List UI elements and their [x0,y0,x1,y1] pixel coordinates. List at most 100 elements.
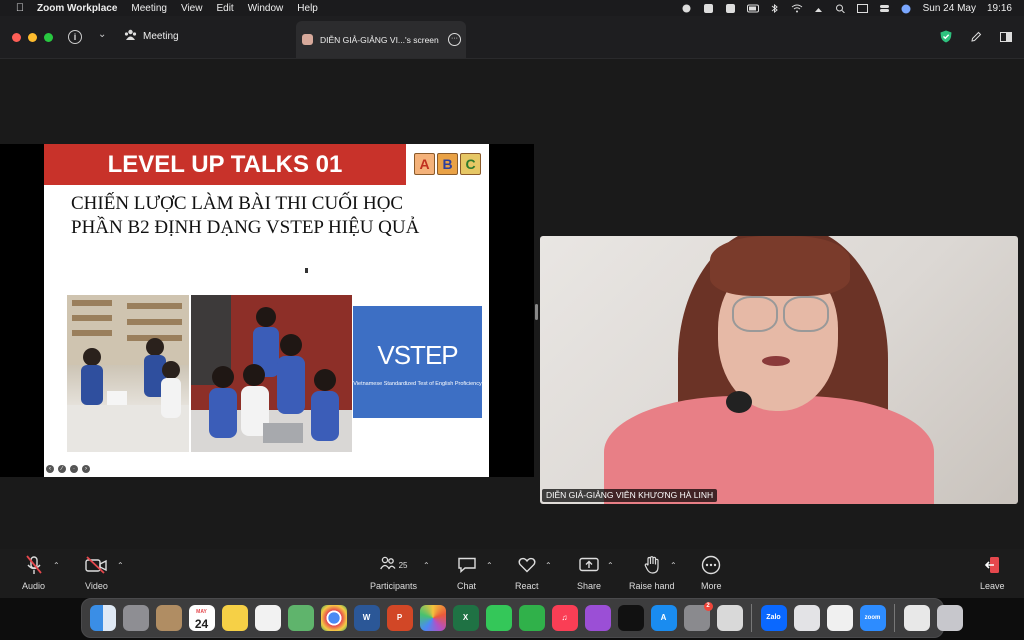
notes-icon[interactable] [221,605,248,631]
participant-name-label: DIỄN GIẢ-GIẢNG VIÊN KHƯƠNG HÀ LINH [542,489,718,502]
meeting-stage: LEVEL UP TALKS 01 A B C CHIẾN LƯỢC LÀM B… [0,59,1024,549]
chat-bubble-icon [457,555,476,575]
apple-tv-icon[interactable] [617,605,644,631]
audio-options-chevron-icon[interactable]: ⌃ [53,561,60,570]
airplay-icon[interactable] [813,4,824,13]
raise-hand-button[interactable]: Raise hand [629,555,675,591]
excel-icon[interactable]: X [452,605,479,631]
window-minimize-button[interactable] [28,33,37,42]
chat-label: Chat [457,581,477,591]
vstep-subtitle: Vietnamese Standardized Test of English … [353,381,482,387]
slide-controls: ‹ ∕ · › [46,465,90,473]
chat-options-chevron-icon[interactable]: ⌃ [486,561,493,570]
chevron-down-icon[interactable]: ⌄ [98,29,106,40]
downloads-stack-icon[interactable] [903,605,930,631]
powerpoint-icon[interactable]: P [386,605,413,631]
trash-icon[interactable] [936,605,963,631]
facetime-icon[interactable] [518,605,545,631]
siri-icon[interactable] [901,4,912,13]
slide-pen-icon[interactable]: ∕ [58,465,66,473]
slide-next-icon[interactable]: › [82,465,90,473]
installer-icon[interactable] [716,605,743,631]
input-source-icon[interactable] [856,3,868,13]
window-maximize-button[interactable] [44,33,53,42]
participants-label: Participants [370,581,418,591]
more-options-icon[interactable]: ··· [448,33,461,46]
menu-bar-date[interactable]: Sun 24 May [923,3,976,14]
slide-menu-icon[interactable]: · [70,465,78,473]
audio-label: Audio [22,581,46,591]
security-shield-icon[interactable] [940,30,952,48]
menu-help[interactable]: Help [297,3,318,14]
finder-icon[interactable] [89,605,116,631]
maps-icon[interactable] [287,605,314,631]
calendar-month: MAY [196,609,207,615]
calendar-day: 24 [194,617,209,631]
podcasts-icon[interactable] [584,605,611,631]
battery-icon[interactable] [746,4,759,13]
react-options-chevron-icon[interactable]: ⌃ [545,561,552,570]
bluetooth-icon[interactable] [769,3,780,13]
leave-button[interactable]: Leave [980,555,1005,591]
view-layout-icon[interactable] [1000,30,1012,48]
status-app-icon[interactable] [681,4,692,13]
printer-icon[interactable] [826,605,853,631]
zoom-app-icon[interactable]: zoom [859,605,886,631]
word-icon[interactable]: W [353,605,380,631]
wifi-icon[interactable] [791,4,802,13]
menu-edit[interactable]: Edit [216,3,233,14]
chrome-icon[interactable] [320,605,347,631]
react-button[interactable]: React [515,555,539,591]
menu-bar-time[interactable]: 19:16 [987,3,1012,14]
messages-icon[interactable] [485,605,512,631]
control-center-icon[interactable] [879,4,890,13]
photos-icon[interactable] [419,605,446,631]
video-button[interactable]: Video [85,555,108,591]
calendar-icon[interactable]: MAY 24 [188,605,215,631]
heart-react-icon [518,555,536,575]
raise-hand-options-chevron-icon[interactable]: ⌃ [670,561,677,570]
participants-button[interactable]: 25 Participants [370,555,417,591]
window-close-button[interactable] [12,33,21,42]
slide-heading-line2: PHẦN B2 ĐỊNH DẠNG VSTEP HIỆU QUẢ [71,217,420,238]
raise-hand-icon [644,555,660,575]
video-options-chevron-icon[interactable]: ⌃ [117,561,124,570]
app-store-icon[interactable]: A [650,605,677,631]
macos-dock: MAY 24 W P X ♫ A 2 Zalo zoom [81,598,963,638]
apple-menu-icon[interactable]:  [13,2,27,14]
slide-heading: CHIẾN LƯỢC LÀM BÀI THI CUỐI HỌC PHẦN B2 … [71,192,471,240]
reminders-icon[interactable] [254,605,281,631]
drive-status-icon[interactable] [725,3,736,13]
people-icon [124,29,137,43]
meeting-toolbar: Audio ⌃ Video ⌃ 25 Participants ⌃ Chat ⌃… [0,549,1024,598]
dock-separator-2 [894,604,895,632]
split-view-handle[interactable] [535,304,538,320]
slide-heading-line1: CHIẾN LƯỢC LÀM BÀI THI CUỐI HỌC [71,193,404,214]
meeting-info-icon[interactable]: i [68,30,82,44]
system-settings-icon[interactable]: 2 [683,602,713,631]
music-icon[interactable]: ♫ [551,605,578,631]
share-options-chevron-icon[interactable]: ⌃ [607,561,614,570]
zalo-icon[interactable]: Zalo [760,605,787,631]
participant-video-tile[interactable]: DIỄN GIẢ-GIẢNG VIÊN KHƯƠNG HÀ LINH [540,236,1018,504]
meeting-label[interactable]: Meeting [124,29,179,43]
launchpad-icon[interactable] [122,605,149,631]
screen-share-tab[interactable]: DIỄN GIẢ-GIẢNG VI...'s screen ··· [296,21,466,58]
preview-icon[interactable] [793,605,820,631]
menu-meeting[interactable]: Meeting [131,3,167,14]
spotlight-search-icon[interactable] [835,4,846,13]
audio-button[interactable]: Audio [22,555,45,591]
slide-prev-icon[interactable]: ‹ [46,465,54,473]
dock-separator [751,604,752,632]
menu-view[interactable]: View [181,3,203,14]
share-button[interactable]: Share [577,555,601,591]
menu-app-name[interactable]: Zoom Workplace [37,3,117,14]
contacts-icon[interactable] [155,605,182,631]
screen-share-area[interactable]: LEVEL UP TALKS 01 A B C CHIẾN LƯỢC LÀM B… [0,144,534,477]
participants-options-chevron-icon[interactable]: ⌃ [423,561,430,570]
gear-status-icon[interactable] [703,3,714,13]
more-button[interactable]: More [701,555,722,591]
chat-button[interactable]: Chat [457,555,476,591]
annotate-pencil-icon[interactable] [970,30,982,48]
menu-window[interactable]: Window [248,3,284,14]
